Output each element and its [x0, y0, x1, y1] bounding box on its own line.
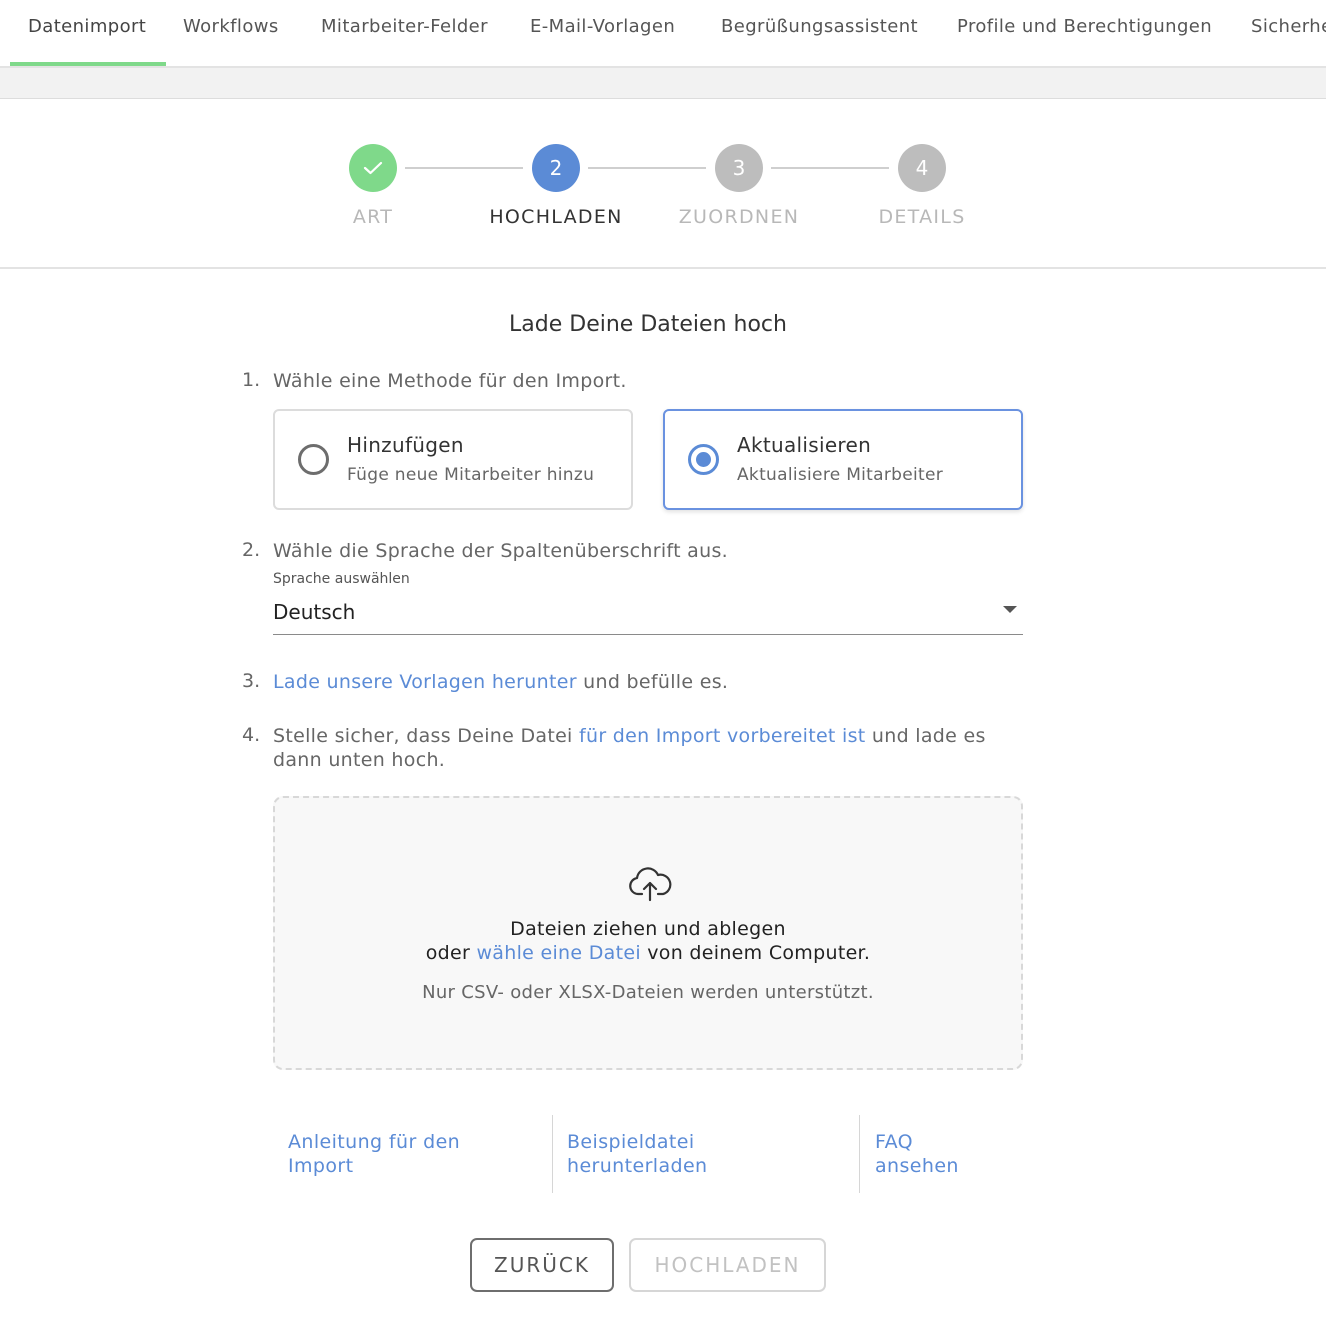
tab-mitarbeiter-felder[interactable]: Mitarbeiter-Felder: [321, 16, 488, 37]
step-2-circle: 2: [532, 144, 580, 192]
upload-button[interactable]: HOCHLADEN: [629, 1238, 826, 1292]
import-guide-link[interactable]: Anleitung für den Import: [288, 1130, 460, 1178]
stepper-connector: [771, 167, 889, 169]
top-tab-bar: Datenimport Workflows Mitarbeiter-Felder…: [0, 0, 1326, 68]
step-3-circle: 3: [715, 144, 763, 192]
option-card-hinzufuegen[interactable]: Hinzufügen Füge neue Mitarbeiter hinzu: [273, 409, 633, 510]
help-divider: [859, 1115, 860, 1193]
radio-hinzufuegen[interactable]: [298, 444, 329, 475]
step-2-label: HOCHLADEN: [489, 206, 623, 228]
step-1-label: ART: [352, 206, 394, 228]
progress-stepper: [0, 99, 1326, 269]
method-instruction: Wähle eine Methode für den Import.: [273, 370, 627, 392]
step-4-number: 4: [915, 156, 929, 180]
tab-datenimport[interactable]: Datenimport: [28, 16, 146, 37]
stepper-connector: [588, 167, 706, 169]
radio-aktualisieren[interactable]: [688, 444, 719, 475]
import-prepared-link[interactable]: für den Import vorbereitet ist: [579, 725, 866, 747]
step-4-circle: 4: [898, 144, 946, 192]
language-select-value: Deutsch: [273, 600, 356, 624]
download-templates-link[interactable]: Lade unsere Vorlagen herunter: [273, 671, 577, 693]
faq-line2: ansehen: [875, 1155, 959, 1177]
language-select-label: Sprache auswählen: [273, 571, 410, 587]
dropzone-title: Dateien ziehen und ablegen: [510, 918, 786, 940]
step-number: 4.: [242, 724, 261, 746]
tab-email-vorlagen[interactable]: E-Mail-Vorlagen: [530, 16, 675, 37]
sub-header-bar: [0, 68, 1326, 99]
option-subtitle: Aktualisiere Mitarbeiter: [737, 465, 944, 485]
template-instruction: Lade unsere Vorlagen herunter und befüll…: [273, 670, 728, 694]
dropzone-subtitle: oder wähle eine Datei von deinem Compute…: [275, 942, 1021, 964]
step-2-number: 2: [549, 156, 563, 180]
prepare-text-after: und lade es: [865, 725, 986, 747]
option-subtitle: Füge neue Mitarbeiter hinzu: [347, 465, 595, 485]
dropzone-text-before: oder: [425, 942, 477, 964]
stepper-connector: [405, 167, 523, 169]
sample-file-line2: herunterladen: [567, 1155, 708, 1177]
check-icon: [363, 161, 383, 175]
step-3-label: ZUORDNEN: [678, 206, 800, 228]
step-4-label: DETAILS: [878, 206, 966, 228]
dropzone-file-types-note: Nur CSV- oder XLSX-Dateien werden unters…: [422, 982, 874, 1003]
caret-down-icon: [1003, 606, 1017, 613]
faq-link[interactable]: FAQ ansehen: [875, 1130, 959, 1178]
cloud-upload-icon: [629, 867, 672, 902]
back-button[interactable]: ZURÜCK: [470, 1238, 614, 1292]
step-number: 1.: [242, 369, 261, 391]
tab-begruessungsassistent[interactable]: Begrüßungsassistent: [721, 16, 918, 37]
prepare-instruction: Stelle sicher, dass Deine Datei für den …: [273, 724, 1023, 772]
language-instruction: Wähle die Sprache der Spaltenüberschrift…: [273, 540, 728, 562]
help-divider: [552, 1115, 553, 1193]
import-guide-line1: Anleitung für den: [288, 1131, 461, 1153]
choose-file-link[interactable]: wähle eine Datei: [476, 942, 640, 964]
step-number: 3.: [242, 670, 261, 692]
option-card-aktualisieren[interactable]: Aktualisieren Aktualisiere Mitarbeiter: [663, 409, 1023, 510]
template-instruction-text: und befülle es.: [576, 671, 729, 693]
tab-sicherheit[interactable]: Sicherhe: [1251, 16, 1326, 37]
prepare-text-before: Stelle sicher, dass Deine Datei: [273, 725, 579, 747]
dropzone-text-after: von deinem Computer.: [640, 942, 871, 964]
page-title: Lade Deine Dateien hoch: [509, 312, 787, 337]
file-dropzone[interactable]: Dateien ziehen und ablegen oder wähle ei…: [273, 796, 1023, 1070]
sample-file-line1: Beispieldatei: [567, 1131, 695, 1153]
language-select[interactable]: Deutsch: [273, 598, 1023, 635]
option-title: Hinzufügen: [347, 433, 464, 457]
faq-line1: FAQ: [875, 1131, 914, 1153]
step-number: 2.: [242, 539, 261, 561]
active-tab-indicator: [10, 62, 166, 66]
import-guide-line2: Import: [288, 1155, 354, 1177]
prepare-text-line2: dann unten hoch.: [273, 749, 446, 771]
sample-file-link[interactable]: Beispieldatei herunterladen: [567, 1130, 708, 1178]
step-1-circle: [349, 144, 397, 192]
step-3-number: 3: [732, 156, 746, 180]
option-title: Aktualisieren: [737, 433, 872, 457]
tab-profile-berechtigungen[interactable]: Profile und Berechtigungen: [957, 16, 1212, 37]
tab-workflows[interactable]: Workflows: [183, 16, 279, 37]
